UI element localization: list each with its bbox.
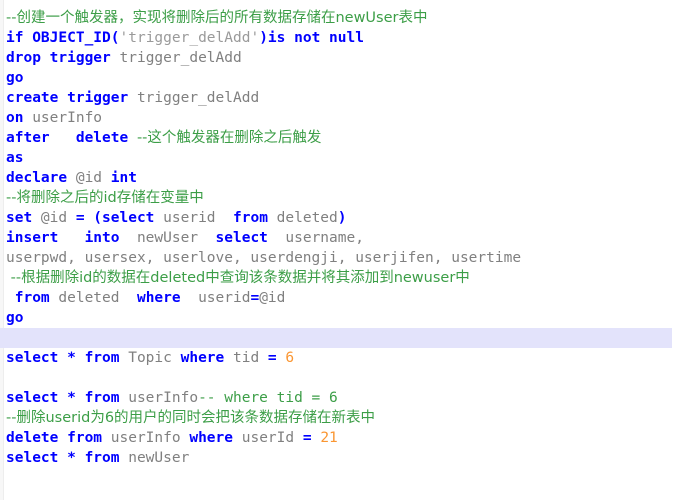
code-token-kw: ) bbox=[259, 30, 268, 46]
code-token-plain: userid bbox=[198, 290, 251, 306]
code-line[interactable]: userpwd, usersex, userlove, userdengji, … bbox=[0, 248, 675, 268]
code-token-kw: ( bbox=[110, 30, 120, 46]
sql-code-editor[interactable]: --创建一个触发器，实现将删除后的所有数据存储在newUser表中 if OBJE… bbox=[0, 0, 675, 500]
code-line[interactable]: select * from Topic where tid = 6 bbox=[0, 348, 675, 368]
code-token-plain: username, bbox=[285, 230, 364, 246]
code-line[interactable]: declare @id int bbox=[0, 168, 675, 188]
code-line[interactable]: from deleted where userid=@id bbox=[0, 288, 675, 308]
code-token-kw: = bbox=[267, 350, 286, 366]
code-token-plain: newUser bbox=[136, 230, 216, 246]
code-token-cmt: --将删除之后的id存储在变量中 bbox=[6, 190, 204, 206]
code-token-kw: where bbox=[189, 430, 242, 446]
code-token-var: @id bbox=[40, 210, 76, 226]
code-token-plain: userId bbox=[241, 430, 303, 446]
code-token-kw: is not null bbox=[267, 30, 364, 46]
code-line[interactable]: select * from newUser bbox=[0, 448, 675, 468]
code-token-kw: select * from bbox=[6, 450, 129, 466]
code-token-plain: userid bbox=[163, 210, 233, 226]
code-token-kw: from bbox=[233, 210, 277, 226]
code-line[interactable]: go bbox=[0, 68, 675, 88]
code-token-kw: select * from bbox=[6, 390, 129, 406]
code-token-cmt: -- where tid = 6 bbox=[198, 390, 338, 406]
code-token-kw: from bbox=[6, 290, 59, 306]
code-token-str: 'trigger_delAdd' bbox=[119, 30, 260, 46]
code-token-kw: ) bbox=[337, 210, 347, 226]
code-token-kw: delete from bbox=[6, 430, 111, 446]
code-line[interactable]: insert into newUser select username, bbox=[0, 228, 675, 248]
code-area[interactable]: --创建一个触发器，实现将删除后的所有数据存储在newUser表中 if OBJE… bbox=[0, 0, 675, 468]
code-token-plain: deleted bbox=[58, 290, 137, 306]
code-line[interactable]: --创建一个触发器，实现将删除后的所有数据存储在newUser表中 bbox=[0, 8, 675, 28]
code-token-plain: newUser bbox=[128, 450, 190, 466]
code-token-cmt: --这个触发器在删除之后触发 bbox=[136, 130, 322, 146]
code-line[interactable]: on userInfo bbox=[0, 108, 675, 128]
code-line[interactable]: after delete --这个触发器在删除之后触发 bbox=[0, 128, 675, 148]
code-token-kw: = bbox=[302, 430, 321, 446]
code-token-kw: go bbox=[6, 70, 24, 86]
code-token-kw: on bbox=[6, 110, 33, 126]
code-token-num: 6 bbox=[285, 350, 295, 366]
code-token-kw: int bbox=[110, 170, 137, 186]
code-line[interactable]: --删除userid为6的用户的同时会把该条数据存储在新表中 bbox=[0, 408, 675, 428]
code-line[interactable]: select * from userInfo-- where tid = 6 bbox=[0, 388, 675, 408]
code-token-plain: trigger_delAdd bbox=[136, 90, 260, 106]
code-token-kw: insert into bbox=[6, 230, 137, 246]
code-token-kw: = bbox=[250, 290, 260, 306]
code-line[interactable] bbox=[0, 328, 672, 348]
code-token-kw: select * from bbox=[6, 350, 129, 366]
code-token-kw: after delete bbox=[6, 130, 137, 146]
code-token-plain: userInfo bbox=[32, 110, 103, 126]
code-token-kw: drop trigger bbox=[6, 50, 120, 66]
code-line[interactable]: --将删除之后的id存储在变量中 bbox=[0, 188, 675, 208]
code-token-kw: where bbox=[136, 290, 199, 306]
code-token-kw: as bbox=[6, 150, 24, 166]
code-line[interactable]: as bbox=[0, 148, 675, 168]
code-line[interactable]: delete from userInfo where userId = 21 bbox=[0, 428, 675, 448]
code-token-kw: select bbox=[215, 230, 286, 246]
code-token-plain: userpwd, usersex, userlove, userdengji, … bbox=[6, 250, 522, 266]
code-token-kw: set bbox=[6, 210, 41, 226]
code-token-cmt: --创建一个触发器，实现将删除后的所有数据存储在newUser表中 bbox=[6, 10, 428, 26]
code-token-var: @id bbox=[259, 290, 286, 306]
code-token-plain: tid bbox=[233, 350, 268, 366]
code-token-cmt: --根据删除id的数据在deleted中查询该条数据并将其添加到newuser中 bbox=[6, 270, 470, 286]
code-token-plain: deleted bbox=[276, 210, 338, 226]
code-line[interactable]: --根据删除id的数据在deleted中查询该条数据并将其添加到newuser中 bbox=[0, 268, 675, 288]
code-token-kw: = (select bbox=[75, 210, 164, 226]
code-token-kw: declare bbox=[6, 170, 76, 186]
code-line[interactable]: set @id = (select userid from deleted) bbox=[0, 208, 675, 228]
code-line[interactable]: create trigger trigger_delAdd bbox=[0, 88, 675, 108]
code-token-kw: where bbox=[180, 350, 233, 366]
code-token-plain: userInfo bbox=[128, 390, 199, 406]
code-token-plain: userInfo bbox=[110, 430, 190, 446]
code-token-kw: go bbox=[6, 310, 24, 326]
code-line[interactable]: drop trigger trigger_delAdd bbox=[0, 48, 675, 68]
code-token-num: 21 bbox=[320, 430, 338, 446]
code-line[interactable] bbox=[0, 368, 675, 388]
code-token-plain: trigger_delAdd bbox=[119, 50, 242, 66]
code-token-plain: Topic bbox=[128, 350, 181, 366]
code-token-var: @id bbox=[75, 170, 111, 186]
code-token-kw: create trigger bbox=[6, 90, 137, 106]
code-line[interactable]: if OBJECT_ID('trigger_delAdd')is not nul… bbox=[0, 28, 675, 48]
code-token-kw: if OBJECT_ID bbox=[6, 30, 111, 46]
code-token-cmt: --删除userid为6的用户的同时会把该条数据存储在新表中 bbox=[6, 410, 376, 426]
code-line[interactable]: go bbox=[0, 308, 675, 328]
